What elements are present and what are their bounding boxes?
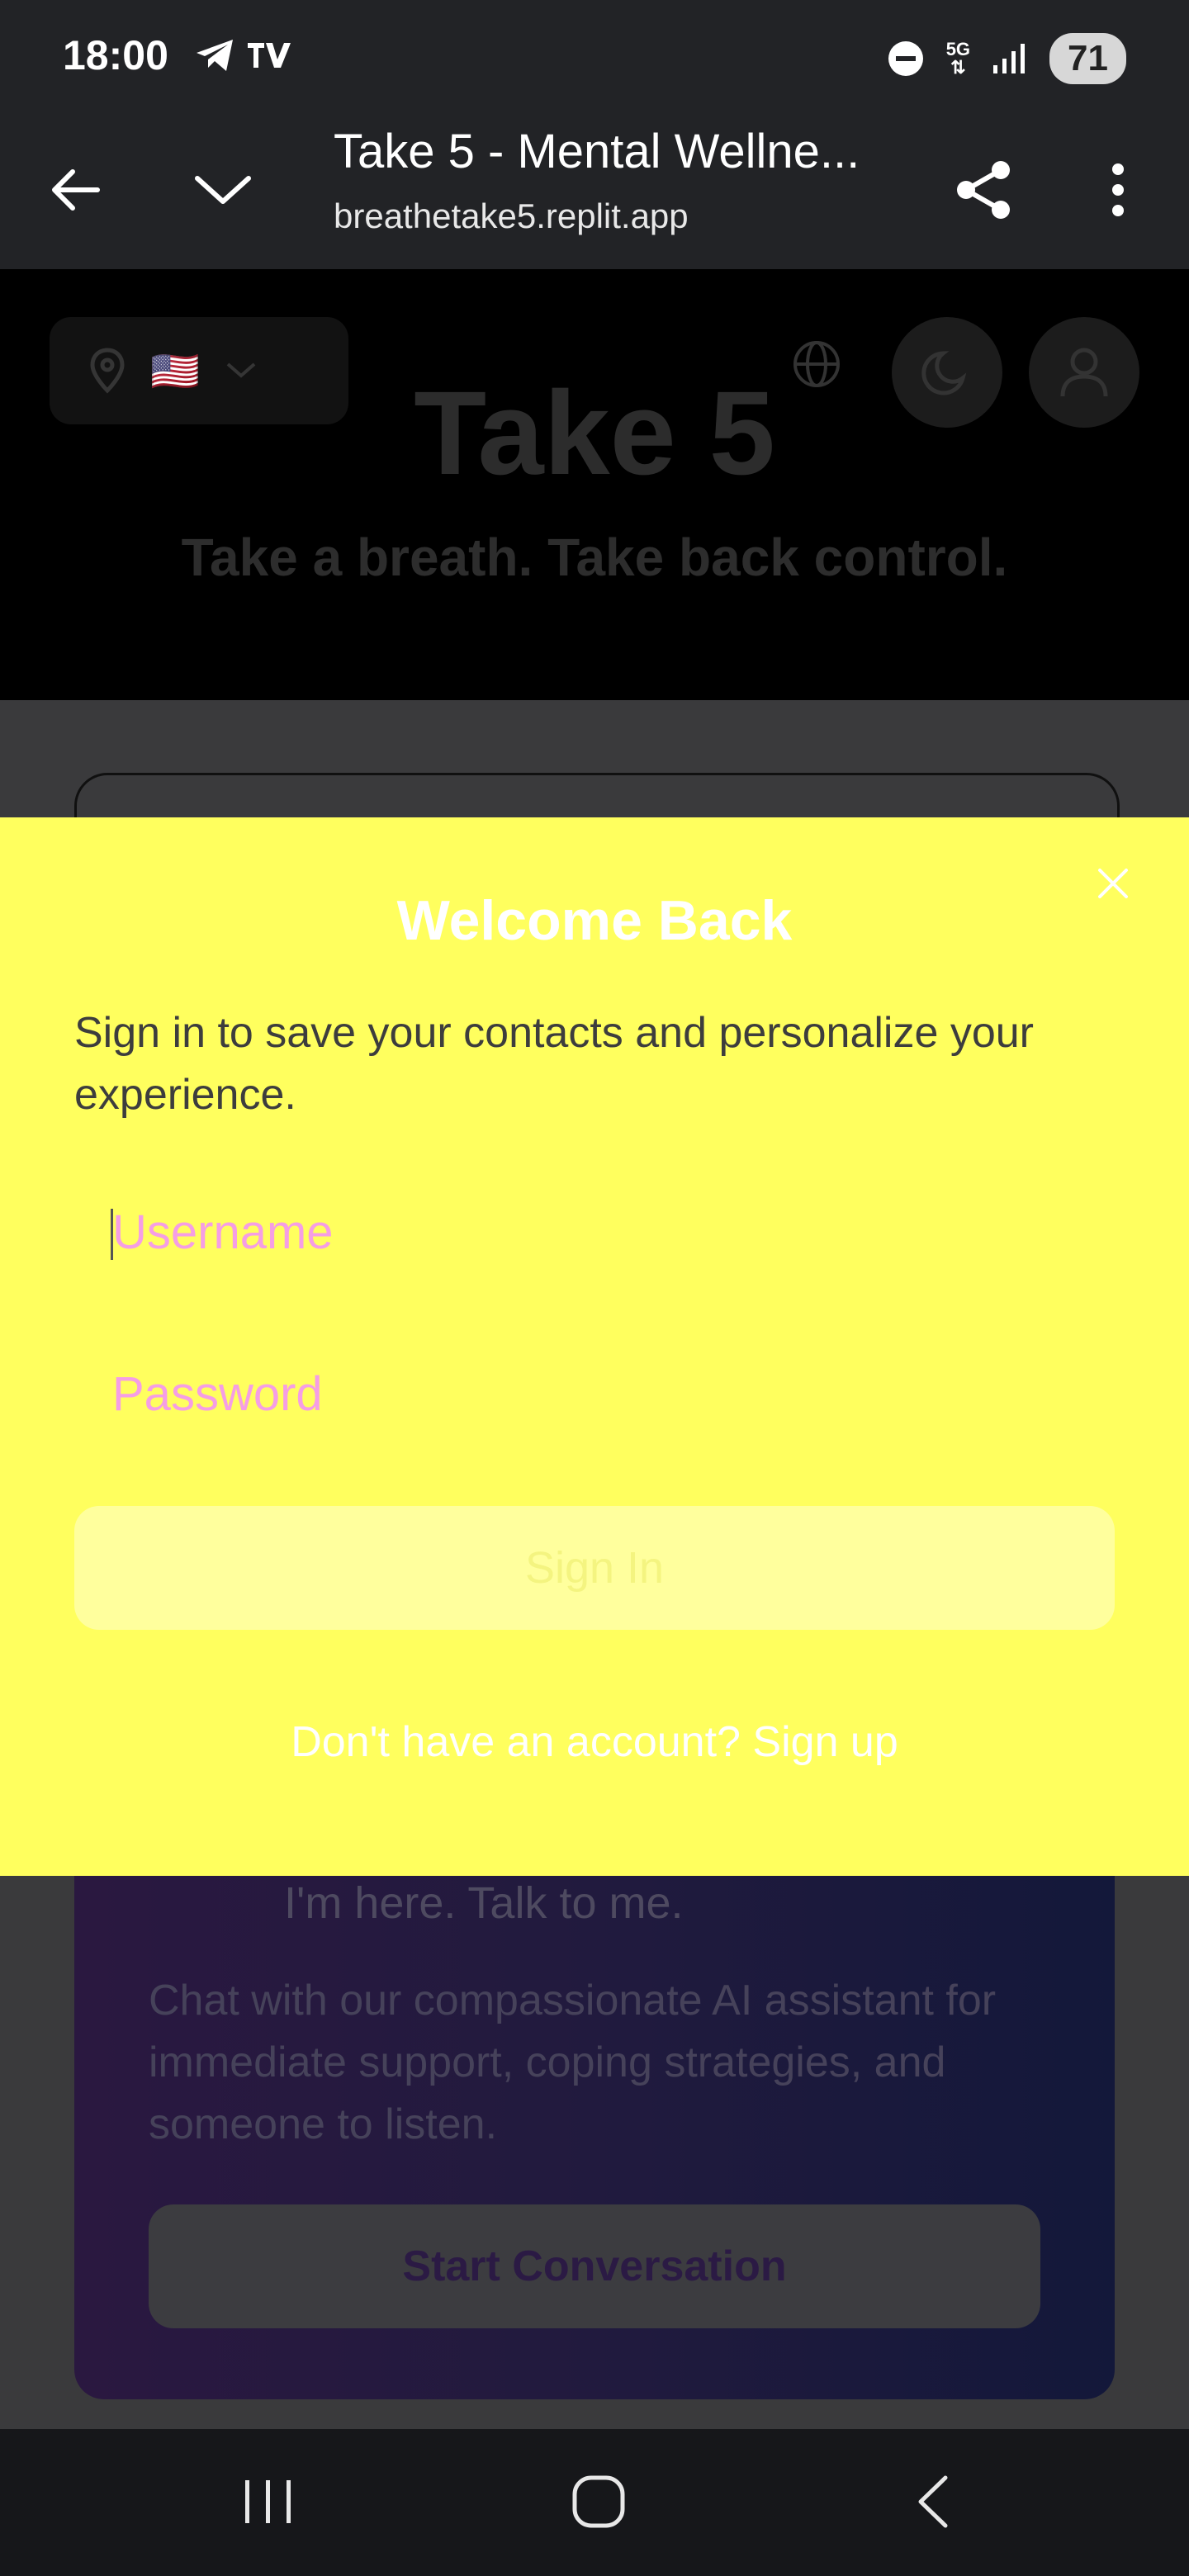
data-arrows-icon: ⇅ <box>950 57 966 78</box>
network-indicator: 5G ⇅ <box>946 40 970 77</box>
sign-in-modal: Welcome Back Sign in to save your contac… <box>0 817 1189 1876</box>
sign-in-button[interactable]: Sign In <box>74 1506 1115 1630</box>
page-url[interactable]: breathetake5.replit.app <box>334 197 689 236</box>
nav-back-button[interactable] <box>887 2460 978 2543</box>
share-icon <box>957 161 1010 219</box>
more-options-button[interactable] <box>1078 150 1158 230</box>
tv-icon <box>248 43 291 68</box>
username-field <box>74 1174 1115 1290</box>
app-title: Take 5 <box>414 367 775 500</box>
do-not-disturb-icon <box>888 41 923 76</box>
modal-description: Sign in to save your contacts and person… <box>74 1009 1035 1119</box>
start-conversation-button[interactable]: Start Conversation <box>149 2204 1040 2328</box>
chat-heading: I'm here. Talk to me. <box>284 1878 684 1928</box>
hero-section: 🇺🇸 Take 5 Take a breath. Take back contr… <box>0 269 1189 700</box>
chat-card: I'm here. Talk to me. Chat with our comp… <box>74 1830 1115 2399</box>
navigation-bar <box>0 2429 1189 2576</box>
network-label: 5G <box>945 39 971 59</box>
username-input[interactable] <box>74 1174 1115 1290</box>
share-button[interactable] <box>945 150 1024 230</box>
battery-indicator: 71 <box>1049 33 1126 84</box>
status-time: 18:00 <box>63 32 168 78</box>
back-chevron-icon <box>918 2475 948 2528</box>
page-title: Take 5 - Mental Wellne... <box>334 125 860 178</box>
sign-up-link[interactable]: Don't have an account? Sign up <box>0 1717 1189 1767</box>
browser-toolbar: Take 5 - Mental Wellne... breathetake5.r… <box>0 107 1189 269</box>
password-field <box>74 1336 1115 1451</box>
chat-description: Chat with our compassionate AI assistant… <box>149 1977 997 2148</box>
telegram-icon <box>197 40 233 71</box>
signal-icon <box>993 44 1026 73</box>
home-icon <box>572 2475 625 2528</box>
recent-apps-icon <box>245 2480 291 2523</box>
recent-apps-button[interactable] <box>223 2460 314 2543</box>
more-vertical-icon <box>1112 163 1124 216</box>
status-bar: 18:00 5G ⇅ 71 <box>0 0 1189 107</box>
arrow-left-icon <box>52 169 100 211</box>
modal-title: Welcome Back <box>396 889 793 952</box>
status-icons: 5G ⇅ 71 <box>887 33 1126 84</box>
chevron-down-icon <box>195 176 251 204</box>
collapse-button[interactable] <box>183 150 263 230</box>
app-tagline: Take a breath. Take back control. <box>181 528 1008 587</box>
home-button[interactable] <box>553 2460 644 2543</box>
text-caret <box>111 1209 113 1260</box>
back-button[interactable] <box>35 150 114 230</box>
password-input[interactable] <box>74 1336 1115 1451</box>
